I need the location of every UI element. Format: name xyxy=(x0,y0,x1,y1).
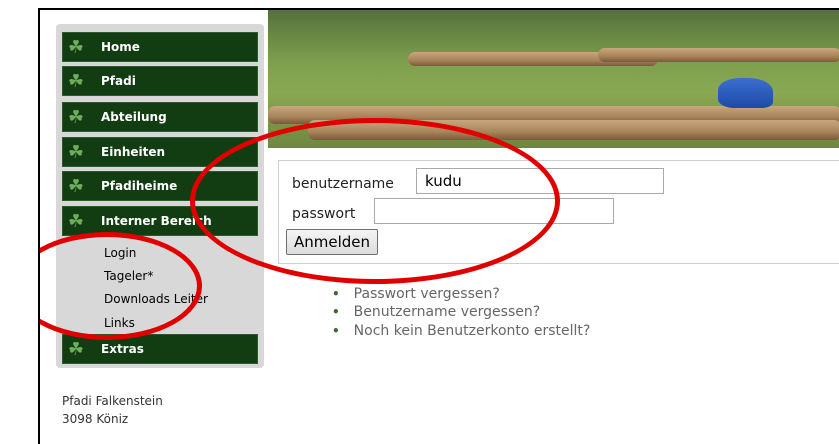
address-line-1: Pfadi Falkenstein xyxy=(62,394,163,408)
link-create-account[interactable]: • Noch kein Benutzerkonto erstellt? xyxy=(332,323,590,339)
clover-icon: ☘ xyxy=(67,175,85,197)
bullet-icon: • xyxy=(332,324,340,338)
bullet-icon: • xyxy=(332,305,340,319)
nav-item-abteilung[interactable]: ☘ Abteilung xyxy=(62,102,258,132)
nav-item-label: Pfadiheime xyxy=(101,179,178,193)
link-label: Passwort vergessen? xyxy=(353,286,500,302)
nav-item-pfadi[interactable]: ☘ Pfadi xyxy=(62,66,258,96)
nav-item-label: Einheiten xyxy=(101,145,166,159)
clover-icon: ☘ xyxy=(67,210,85,232)
clover-icon: ☘ xyxy=(67,141,85,163)
link-label: Benutzername vergessen? xyxy=(353,304,541,320)
address-line-2: 3098 Köniz xyxy=(62,412,129,426)
clover-icon: ☘ xyxy=(67,36,85,58)
bullet-icon: • xyxy=(332,287,340,301)
clover-icon: ☘ xyxy=(67,106,85,128)
link-forgot-username[interactable]: • Benutzername vergessen? xyxy=(332,304,540,320)
nav-item-label: Home xyxy=(101,40,140,54)
clover-icon: ☘ xyxy=(67,70,85,92)
nav-item-label: Extras xyxy=(101,342,144,356)
nav-item-home[interactable]: ☘ Home xyxy=(62,32,258,62)
link-label: Noch kein Benutzerkonto erstellt? xyxy=(353,323,591,339)
link-forgot-password[interactable]: • Passwort vergessen? xyxy=(332,286,500,302)
annotation-ellipse-login xyxy=(190,118,560,284)
clover-icon: ☘ xyxy=(67,338,85,360)
nav-item-label: Pfadi xyxy=(101,74,136,88)
page-frame: ☘ Home ☘ Pfadi ☘ Abteilung ☘ Einheiten ☘… xyxy=(38,8,839,444)
nav-item-label: Abteilung xyxy=(101,110,167,124)
